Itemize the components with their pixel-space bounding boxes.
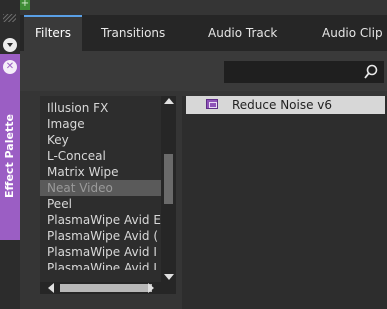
list-item[interactable]: Matrix Wipe — [40, 164, 164, 180]
scroll-right-icon[interactable] — [148, 283, 154, 293]
list-item[interactable]: PlasmaWipe Avid ( — [40, 228, 164, 244]
list-item[interactable]: Illusion FX — [40, 100, 164, 116]
drag-grip-icon[interactable] — [3, 14, 16, 22]
scroll-down-icon[interactable] — [164, 274, 174, 280]
list-item[interactable]: PlasmaWipe Avid E — [40, 212, 164, 228]
list-item[interactable]: Key — [40, 132, 164, 148]
scroll-thumb[interactable] — [60, 284, 152, 292]
list-item[interactable]: Peel — [40, 196, 164, 212]
tab-label: Audio Clip — [322, 26, 383, 40]
category-vertical-scrollbar[interactable] — [161, 96, 176, 282]
tab-label: Filters — [35, 26, 71, 40]
search-row — [20, 51, 387, 91]
list-item-selected[interactable]: Neat Video — [40, 180, 164, 196]
tab-audio-clip[interactable]: Audio Clip — [322, 15, 383, 51]
tab-label: Transitions — [101, 26, 166, 40]
scroll-up-icon[interactable] — [164, 98, 174, 104]
window-maximize-button[interactable]: + — [20, 0, 30, 10]
search-input[interactable] — [224, 61, 384, 83]
effects-list[interactable]: Reduce Noise v6 — [182, 96, 387, 309]
effect-label: Reduce Noise v6 — [232, 98, 333, 112]
list-item[interactable]: PlasmaWipe Avid I — [40, 260, 164, 270]
tab-label: Audio Track — [208, 26, 278, 40]
maximize-glyph: + — [20, 0, 30, 9]
collapse-button[interactable] — [3, 38, 17, 52]
sidebar: ✕ Effect Palette — [0, 0, 20, 309]
effect-palette-tab[interactable]: ✕ Effect Palette — [0, 54, 20, 240]
category-list[interactable]: Illusion FX Image Key L-Conceal Matrix W… — [40, 96, 176, 290]
list-item[interactable]: L-Conceal — [40, 148, 164, 164]
tab-transitions[interactable]: Transitions — [101, 15, 165, 51]
search-icon[interactable] — [364, 64, 378, 80]
scroll-left-icon[interactable] — [48, 283, 54, 293]
scroll-thumb[interactable] — [164, 154, 173, 204]
close-panel-button[interactable]: ✕ — [3, 60, 17, 74]
tab-bar: Filters Transitions Audio Track Audio Cl… — [20, 15, 387, 51]
list-item[interactable]: Image — [40, 116, 164, 132]
effect-icon — [206, 99, 218, 109]
category-horizontal-scrollbar[interactable] — [40, 282, 176, 294]
tab-audio-track[interactable]: Audio Track — [208, 15, 277, 51]
list-item[interactable]: PlasmaWipe Avid I — [40, 244, 164, 260]
effect-palette-label: Effect Palette — [3, 114, 16, 198]
tab-filters[interactable]: Filters — [24, 15, 82, 51]
chevron-down-icon — [7, 43, 13, 47]
close-icon: ✕ — [5, 61, 15, 72]
active-tab-indicator — [24, 15, 82, 17]
effect-row-reduce-noise[interactable]: Reduce Noise v6 — [186, 96, 385, 114]
